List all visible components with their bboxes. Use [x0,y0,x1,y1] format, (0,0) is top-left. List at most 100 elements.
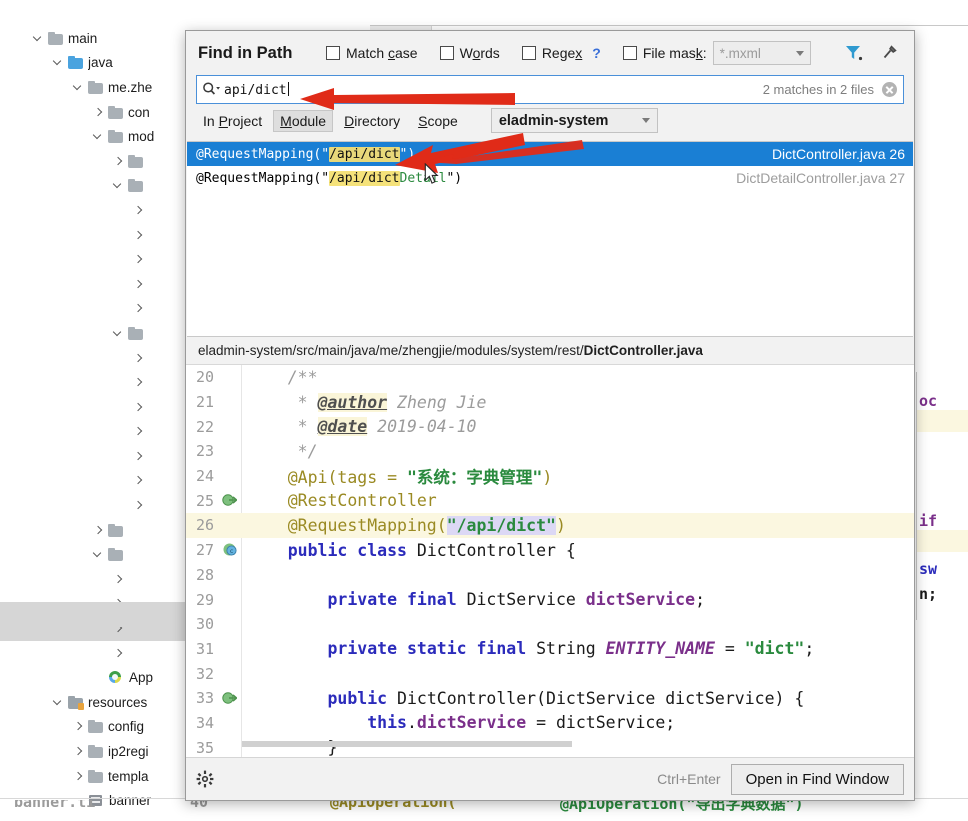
tree-row[interactable] [0,518,200,543]
line-number: 27 [195,541,214,560]
tree-row[interactable] [0,641,200,666]
open-in-find-window-button[interactable]: Open in Find Window [730,763,904,795]
chevron-down-icon[interactable] [112,327,125,340]
gutter-run-icon[interactable] [220,488,241,513]
chevron-right-icon[interactable] [92,106,105,119]
file-mask-combo[interactable]: *.mxml [712,41,811,65]
chevron-right-icon[interactable] [132,425,145,438]
code-token: @RequestMapping( [248,515,447,535]
tree-row[interactable] [0,444,200,469]
results-list[interactable]: @RequestMapping("/api/dict ") DictControll… [187,141,913,337]
checkbox-file-mask[interactable]: File mask: [622,45,707,61]
chevron-right-icon[interactable] [132,401,145,414]
tree-row[interactable]: ip2regi [0,739,200,764]
chevron-right-icon[interactable] [132,302,145,315]
module-select[interactable]: eladmin-system [490,108,658,133]
chevron-right-icon[interactable] [72,720,85,733]
tree-row[interactable] [0,223,200,248]
result-row[interactable]: @RequestMapping("/api/dict Detail ") DictDe… [187,166,913,190]
chevron-right-icon[interactable] [132,352,145,365]
clear-search-icon[interactable] [882,82,897,97]
scope-tab-scope[interactable]: Scope [411,110,465,132]
code-horizontal-scrollbar[interactable] [242,741,572,747]
pin-icon[interactable] [880,44,898,62]
chevron-right-icon[interactable] [112,573,125,586]
tree-row[interactable]: mod [0,124,200,149]
regex-help-link[interactable]: ? [592,45,601,61]
chevron-down-icon[interactable] [52,696,65,709]
line-number: 21 [195,393,214,412]
chevron-right-icon[interactable] [112,647,125,660]
chevron-down-icon[interactable] [92,130,105,143]
chevron-right-icon[interactable] [132,450,145,463]
result-row[interactable]: @RequestMapping("/api/dict ") DictControll… [187,142,913,166]
tree-row[interactable] [0,247,200,272]
chevron-right-icon[interactable] [112,155,125,168]
tree-row[interactable] [0,321,200,346]
tree-row[interactable] [0,149,200,174]
code-token: ) [555,515,566,535]
gutter-run-icon[interactable] [220,686,241,711]
checkbox-box[interactable] [439,46,454,60]
tree-row[interactable] [0,370,200,395]
tree-row[interactable]: main [0,26,200,51]
chevron-right-icon[interactable] [132,229,145,242]
chevron-right-icon[interactable] [132,204,145,217]
code-line: 29 private final DictService dictService… [186,587,914,612]
chevron-down-icon[interactable] [112,179,125,192]
tree-row[interactable] [0,395,200,420]
tree-row[interactable] [0,469,200,494]
checkbox-box[interactable] [521,46,536,60]
tree-row[interactable]: resources [0,690,200,715]
gutter-empty [220,563,241,588]
tree-row[interactable]: java [0,51,200,76]
tree-row[interactable] [0,542,200,567]
tree-row[interactable]: me.zhe [0,75,200,100]
code-text: public DictController(DictService dictSe… [241,689,804,708]
tree-row[interactable] [0,420,200,445]
checkbox-box[interactable] [326,46,340,60]
checkbox-words[interactable]: Words [439,45,500,61]
chevron-right-icon[interactable] [132,278,145,291]
tree-row[interactable] [0,567,200,592]
tree-row[interactable]: config [0,715,200,740]
chevron-right-icon[interactable] [132,253,145,266]
chevron-down-icon[interactable] [52,56,65,69]
tree-row[interactable] [0,174,200,199]
chevron-down-icon[interactable] [92,548,105,561]
scope-tab-module[interactable]: Module [273,109,334,132]
scope-tab-in-project[interactable]: In Project [196,110,269,132]
gear-icon[interactable] [196,770,214,788]
checkbox-regex[interactable]: Regex ? [521,45,601,61]
checkbox-match-case[interactable]: Match case [326,45,418,61]
chevron-down-icon[interactable] [72,81,85,94]
chevron-down-icon[interactable] [32,32,45,45]
chevron-right-icon[interactable] [132,474,145,487]
scope-tab-directory[interactable]: Directory [337,110,407,132]
chevron-right-icon[interactable] [72,770,85,783]
tree-row[interactable] [0,493,200,518]
tree-row[interactable]: App [0,665,200,690]
find-in-path-dialog: Find in Path Match case Words Regex ? Fi… [185,30,915,801]
checkbox-box[interactable] [622,46,637,60]
tree-row[interactable]: con [0,100,200,125]
tree-row[interactable] [0,297,200,322]
chevron-right-icon[interactable] [92,524,105,537]
code-line: 23 */ [186,439,914,464]
filter-icon[interactable] [844,44,864,62]
code-preview[interactable]: 20 /** 21 * @author Zheng Jie 22 * @date 2… [186,364,914,757]
project-tree[interactable]: main java me.zhe con mod App resources config ip… [0,26,200,808]
tree-row[interactable] [0,346,200,371]
tree-row[interactable] [0,198,200,223]
tree-row[interactable]: templa [0,764,200,789]
code-token: Zheng Jie [387,392,487,412]
gutter-class-icon[interactable]: c [220,538,241,563]
gutter-empty [220,637,241,662]
chevron-right-icon[interactable] [132,499,145,512]
chevron-right-icon[interactable] [72,745,85,758]
chevron-right-icon[interactable] [132,376,145,389]
search-field[interactable]: api/dict 2 matches in 2 files [196,75,904,104]
search-icon[interactable] [202,81,221,98]
search-input-value[interactable]: api/dict [224,81,289,98]
tree-row[interactable] [0,272,200,297]
